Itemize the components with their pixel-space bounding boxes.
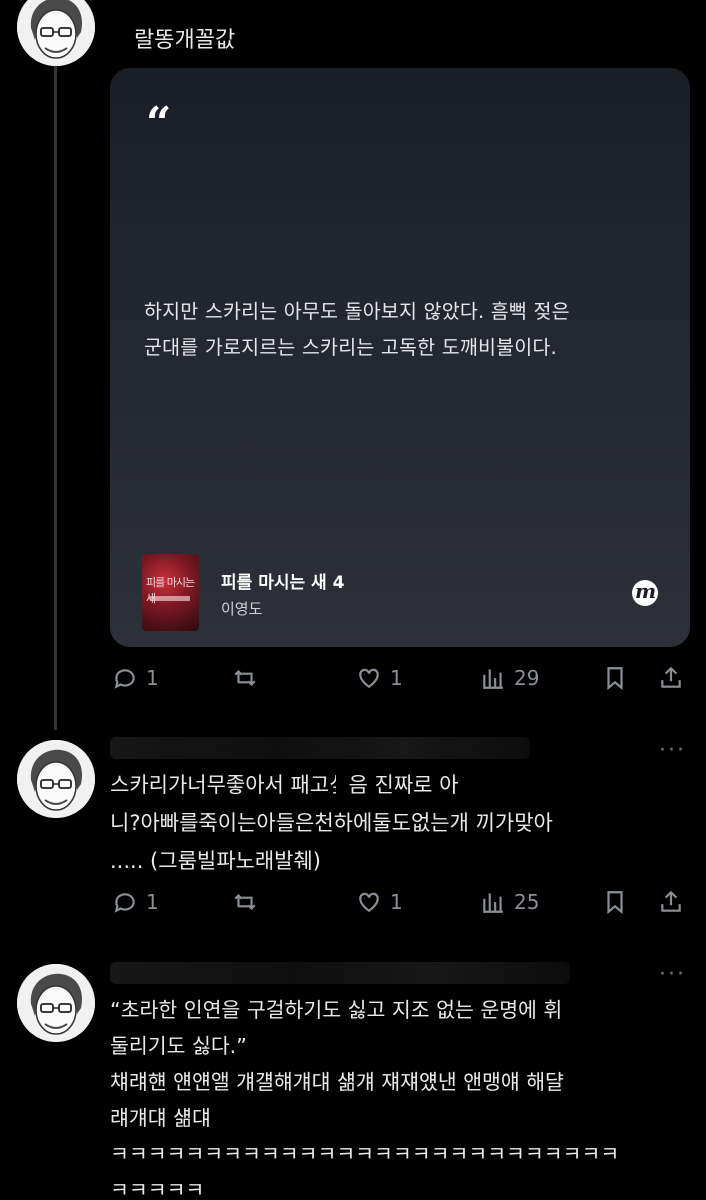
share-icon bbox=[661, 666, 681, 688]
heart-icon bbox=[359, 892, 379, 912]
quote-text: 하지만 스카리는 아무도 돌아보지 않았다. 흠뻑 젖은 군대를 가로지르는 스… bbox=[144, 300, 570, 359]
censor-mark bbox=[540, 770, 620, 800]
book-author: 이영도 bbox=[221, 600, 263, 618]
avatar[interactable] bbox=[17, 964, 95, 1042]
redacted-username bbox=[110, 962, 570, 984]
views-chart-icon bbox=[483, 893, 503, 913]
views-button[interactable]: 25 bbox=[480, 884, 539, 920]
bookmark-icon bbox=[607, 667, 623, 691]
book-cover-title: 피를 마시는 새 bbox=[146, 576, 195, 605]
author-name[interactable]: 랄똥개꼴값 bbox=[134, 22, 235, 54]
brand-logo-icon: m bbox=[632, 579, 658, 606]
retweet-button[interactable] bbox=[232, 660, 258, 696]
views-count: 29 bbox=[514, 666, 540, 690]
reply-button[interactable]: 1 bbox=[112, 660, 159, 696]
share-button[interactable] bbox=[658, 660, 684, 696]
quote-mark-icon: “ bbox=[146, 98, 172, 149]
book-cover-decoration bbox=[150, 596, 190, 601]
book-cover-image: 피를 마시는 새 bbox=[142, 554, 199, 631]
retweet-icon bbox=[234, 669, 256, 687]
book-title: 피를 마시는 새 4 bbox=[221, 573, 345, 593]
share-button[interactable] bbox=[658, 884, 684, 920]
reply-icon bbox=[114, 669, 135, 689]
avatar-illustration bbox=[17, 740, 95, 818]
like-button[interactable]: 1 bbox=[356, 660, 403, 696]
retweet-button[interactable] bbox=[232, 884, 258, 920]
avatar[interactable] bbox=[17, 740, 95, 818]
avatar-illustration bbox=[17, 0, 95, 66]
views-chart-icon bbox=[483, 669, 503, 689]
share-icon bbox=[661, 890, 681, 912]
reply-icon bbox=[114, 893, 135, 913]
bookmark-icon bbox=[607, 891, 623, 915]
retweet-icon bbox=[234, 893, 256, 911]
reply-button[interactable]: 1 bbox=[112, 884, 159, 920]
like-count: 1 bbox=[390, 666, 403, 690]
bookmark-button[interactable] bbox=[602, 660, 628, 696]
tweet-actions: 1 1 25 bbox=[110, 884, 690, 920]
censor-mark bbox=[336, 770, 348, 800]
censor-mark bbox=[570, 808, 590, 838]
like-button[interactable]: 1 bbox=[356, 884, 403, 920]
tweet-actions: 1 1 29 bbox=[110, 660, 690, 696]
avatar-illustration bbox=[17, 964, 95, 1042]
reply-count: 1 bbox=[146, 666, 159, 690]
book-quote-card[interactable]: “ 하지만 스카리는 아무도 돌아보지 않았다. 흠뻑 젖은 군대를 가로지르는… bbox=[110, 68, 690, 647]
more-options-icon[interactable]: ··· bbox=[659, 738, 686, 763]
views-count: 25 bbox=[514, 890, 540, 914]
redacted-username bbox=[110, 737, 530, 759]
views-button[interactable]: 29 bbox=[480, 660, 539, 696]
heart-icon bbox=[359, 668, 379, 688]
reply-text: “초라한 인연을 구걸하기도 싫고 지조 없는 운명에 휘 둘리기도 싫다.” … bbox=[110, 998, 620, 1200]
avatar[interactable] bbox=[17, 0, 95, 66]
thread-connector-line bbox=[54, 66, 57, 730]
reply-count: 1 bbox=[146, 890, 159, 914]
more-options-icon[interactable]: ··· bbox=[659, 962, 686, 987]
like-count: 1 bbox=[390, 890, 403, 914]
bookmark-button[interactable] bbox=[602, 884, 628, 920]
